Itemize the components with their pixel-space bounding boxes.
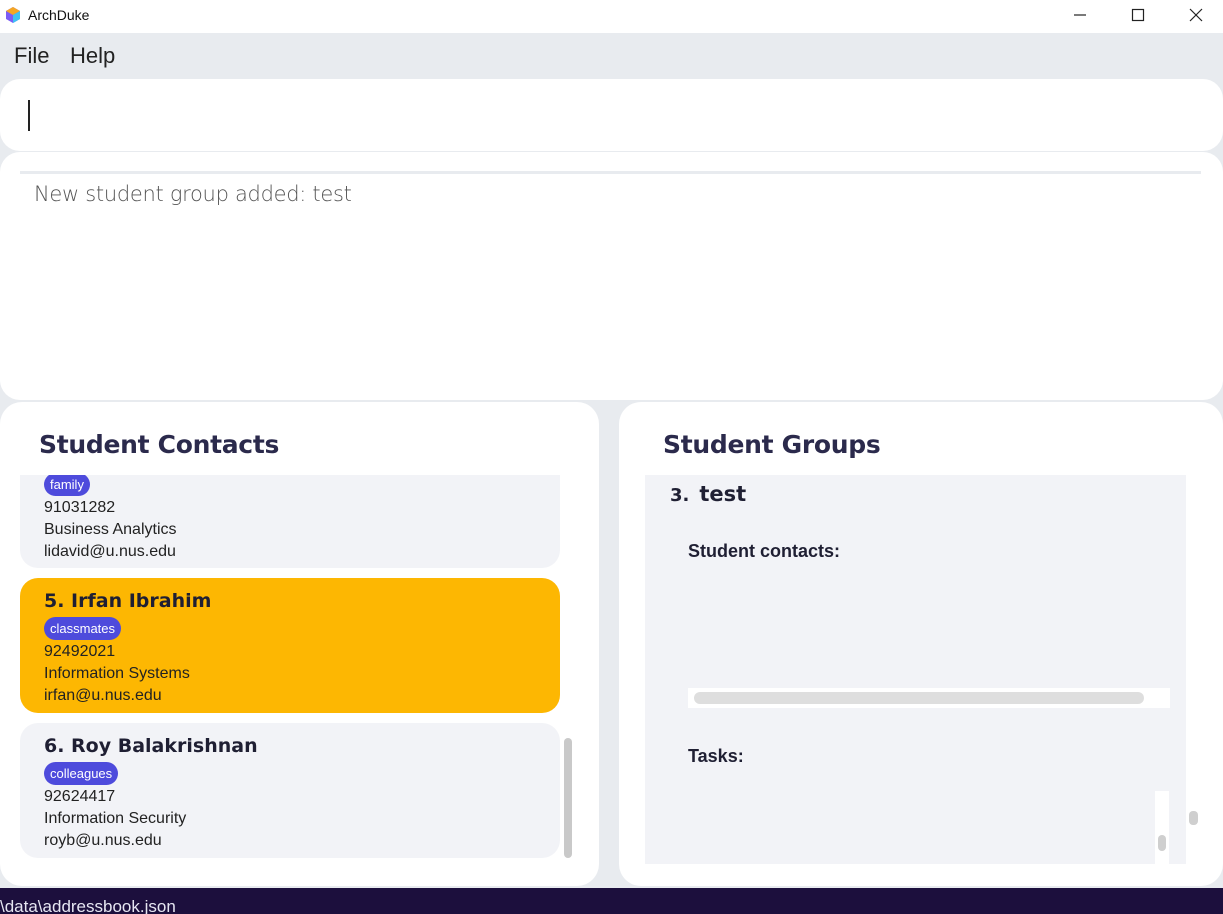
contacts-list[interactable]: family 91031282 Business Analytics lidav… (20, 475, 560, 865)
vscroll-thumb[interactable] (1158, 835, 1166, 851)
maximize-icon (1131, 8, 1145, 22)
group-tasks-label: Tasks: (688, 746, 744, 766)
minimize-button[interactable] (1052, 0, 1108, 30)
contact-email: lidavid@u.nus.edu (44, 543, 176, 560)
contact-name: 5. Irfan Ibrahim (44, 590, 212, 612)
group-name: test (699, 482, 747, 506)
minimize-icon (1074, 14, 1086, 16)
group-contacts-label: Student contacts: (688, 541, 841, 561)
group-index: 3. (670, 485, 690, 506)
contacts-panel-title: Student Contacts (39, 430, 280, 459)
menu-bar: File Help (0, 33, 1223, 78)
contact-phone: 92492021 (44, 643, 116, 660)
contact-phone: 91031282 (44, 499, 116, 516)
command-input[interactable] (24, 93, 1194, 135)
close-button[interactable] (1168, 0, 1223, 30)
text-caret (28, 100, 30, 131)
result-divider (20, 171, 1201, 174)
contact-tag: family (44, 475, 90, 496)
app-logo-icon (6, 7, 20, 23)
contact-tag: classmates (44, 617, 122, 640)
contacts-panel: Student Contacts family 91031282 Busines… (0, 402, 599, 886)
title-bar: ArchDuke (0, 0, 1223, 33)
contact-card[interactable]: 6. Roy Balakrishnan colleagues 92624417 … (20, 723, 560, 858)
contact-card[interactable]: family 91031282 Business Analytics lidav… (20, 475, 560, 568)
groups-panel: Student Groups 3. test Student contacts: … (619, 402, 1223, 886)
result-display: New student group added: test (0, 152, 1223, 400)
contact-email: irfan@u.nus.edu (44, 687, 162, 704)
contact-major: Information Security (44, 810, 187, 827)
contact-card-selected[interactable]: 5. Irfan Ibrahim classmates 92492021 Inf… (20, 578, 560, 713)
hscroll-thumb[interactable] (694, 692, 1144, 704)
contact-name: 6. Roy Balakrishnan (44, 735, 258, 757)
groups-panel-title: Student Groups (663, 430, 881, 459)
result-message: New student group added: test (34, 182, 352, 206)
contact-major: Business Analytics (44, 521, 177, 538)
group-title: 3. test (670, 482, 746, 506)
groups-scrollbar[interactable] (1189, 811, 1198, 825)
status-bar: \data\addressbook.json (0, 888, 1223, 914)
contact-phone: 92624417 (44, 788, 116, 805)
group-card[interactable]: 3. test Student contacts: Tasks: (645, 475, 1186, 864)
menu-help[interactable]: Help (70, 43, 115, 69)
contact-major: Information Systems (44, 665, 190, 682)
command-box (0, 79, 1223, 151)
close-icon (1189, 8, 1203, 22)
contact-tag: colleagues (44, 762, 119, 785)
menu-file[interactable]: File (14, 43, 49, 69)
group-tasks-vscrollbar[interactable] (1155, 791, 1169, 864)
window-title: ArchDuke (28, 7, 90, 23)
group-contacts-hscrollbar[interactable] (688, 688, 1170, 708)
contact-email: royb@u.nus.edu (44, 832, 162, 849)
contacts-scrollbar[interactable] (564, 738, 572, 858)
maximize-button[interactable] (1110, 0, 1166, 30)
status-file-path: \data\addressbook.json (0, 897, 176, 914)
